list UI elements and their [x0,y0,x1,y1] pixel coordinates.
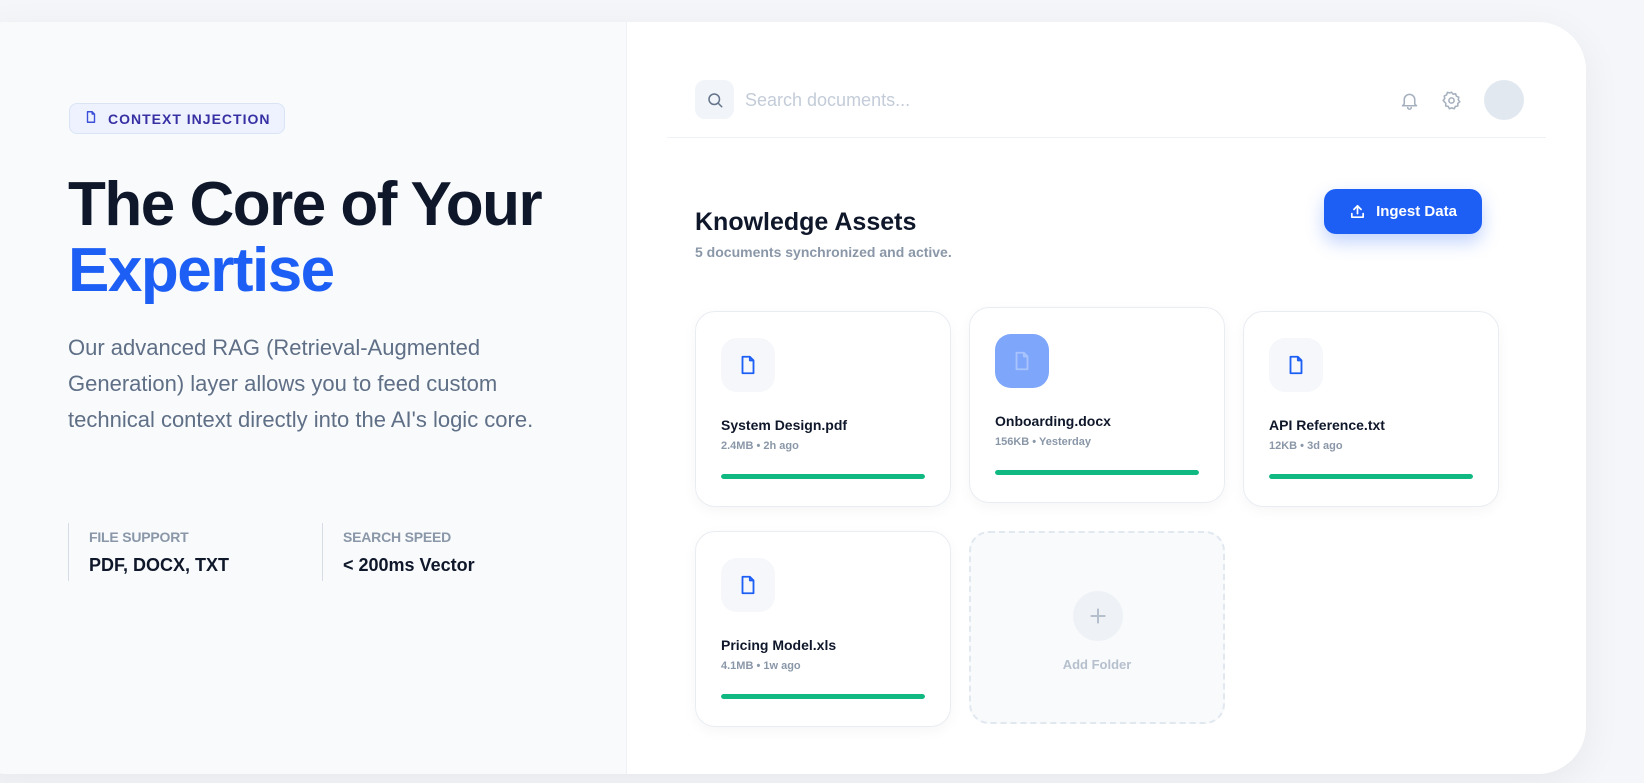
document-card[interactable]: Onboarding.docx 156KB • Yesterday [969,307,1225,503]
ingest-data-button[interactable]: Ingest Data [1324,189,1482,234]
document-card[interactable]: Pricing Model.xls 4.1MB • 1w ago [695,531,951,727]
document-meta: 4.1MB • 1w ago [721,660,801,672]
document-name: System Design.pdf [721,417,848,433]
stat-label: SEARCH SPEED [343,529,452,545]
document-name: Onboarding.docx [995,413,1111,429]
document-name: API Reference.txt [1269,417,1385,433]
file-icon [84,110,98,127]
settings-button[interactable] [1439,88,1463,112]
stat-value: PDF, DOCX, TXT [89,555,230,575]
document-meta: 2.4MB • 2h ago [721,440,799,452]
document-card[interactable]: API Reference.txt 12KB • 3d ago [1243,311,1499,507]
bell-icon [1401,93,1417,110]
sync-progress-bar [995,470,1199,475]
sync-progress-bar [721,694,925,699]
hero-title-line1: The Core of Your [68,170,543,239]
context-injection-badge: CONTEXT INJECTION [69,103,286,134]
section-subtitle: 5 documents synchronized and active. [695,244,952,260]
avatar[interactable] [1484,80,1524,120]
file-icon [721,558,775,612]
hero-panel: CONTEXT INJECTION The Core of Your Exper… [0,22,627,774]
file-icon [721,338,775,392]
add-folder-label: Add Folder [1062,657,1132,672]
ingest-data-label: Ingest Data [1376,203,1457,220]
app-shell: CONTEXT INJECTION The Core of Your Exper… [0,22,1586,774]
search-input[interactable] [745,86,1145,114]
badge-label: CONTEXT INJECTION [108,110,271,127]
hero-title: The Core of Your Expertise [68,170,543,305]
sync-progress-bar [721,474,925,479]
plus-icon [1073,591,1123,641]
section-title: Knowledge Assets [695,208,917,236]
notifications-button[interactable] [1397,88,1421,112]
gear-icon [1441,90,1461,110]
stat-label: FILE SUPPORT [89,529,189,545]
stat-value: < 200ms Vector [343,555,475,575]
add-folder-card[interactable]: Add Folder [969,531,1225,724]
document-meta: 12KB • 3d ago [1269,440,1343,452]
document-card[interactable]: System Design.pdf 2.4MB • 2h ago [695,311,951,507]
search-icon [707,92,722,107]
top-bar [667,78,1546,138]
document-meta: 156KB • Yesterday [995,436,1091,448]
sync-progress-fill [721,474,925,479]
upload-icon [1351,204,1365,219]
assets-panel: Knowledge Assets 5 documents synchronize… [627,22,1586,774]
hero-description: Our advanced RAG (Retrieval-Augmented Ge… [68,335,534,432]
document-name: Pricing Model.xls [721,637,837,653]
sync-progress-fill [995,470,1199,475]
file-icon [1269,338,1323,392]
stats-row: FILE SUPPORT PDF, DOCX, TXT SEARCH SPEED… [68,523,576,581]
hero-title-accent: Expertise [68,236,335,305]
stat-search-speed: SEARCH SPEED < 200ms Vector [322,523,576,581]
file-icon [995,334,1049,388]
sync-progress-bar [1269,474,1473,479]
stat-file-support: FILE SUPPORT PDF, DOCX, TXT [68,523,322,581]
search-button[interactable] [695,80,734,119]
sync-progress-fill [1269,474,1473,479]
sync-progress-fill [721,694,925,699]
